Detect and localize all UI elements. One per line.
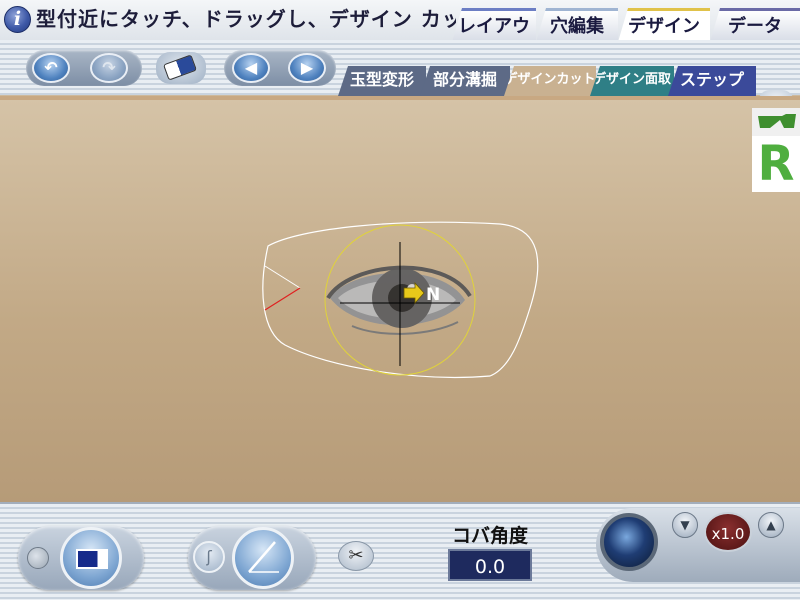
line-tool-icon — [248, 541, 279, 573]
direction-label: N — [426, 285, 440, 305]
next-button[interactable]: ▶ — [288, 53, 326, 83]
zoom-down-icon: ▼ — [680, 518, 690, 532]
bottom-bar: ʃ ✂ コバ角度 0.0 ▼ x1.0 ▲ — [0, 502, 800, 600]
undo-button[interactable]: ↶ — [32, 53, 70, 83]
status-led — [27, 547, 49, 569]
zoom-level: x1.0 — [704, 512, 752, 552]
zoom-lens-icon[interactable] — [600, 513, 658, 571]
next-icon: ▶ — [300, 58, 314, 77]
eye-illustration — [326, 265, 472, 335]
eraser-button[interactable] — [156, 52, 206, 84]
tab-design[interactable]: デザイン — [618, 8, 710, 42]
subtab-step[interactable]: ステップ — [668, 66, 756, 96]
line-mode-button[interactable] — [232, 527, 294, 589]
tab-hole-edit[interactable]: 穴編集 — [536, 8, 618, 42]
undo-icon: ↶ — [44, 58, 58, 77]
info-icon[interactable]: i — [4, 6, 31, 33]
scissors-button[interactable]: ✂ — [338, 541, 374, 571]
edge-angle-value[interactable]: 0.0 — [448, 549, 532, 581]
title-bar: i 型付近にタッチ、ドラッグし、デザイン カットを レイアウト 穴編集 デザイン… — [0, 0, 800, 42]
tab-data[interactable]: データ — [710, 8, 800, 42]
zoom-up-icon: ▲ — [766, 518, 776, 532]
cut-line — [264, 287, 301, 311]
redo-icon: ↷ — [102, 58, 116, 77]
notch-line-upper — [264, 265, 301, 289]
pattern-icon — [76, 549, 108, 569]
prev-button[interactable]: ◀ — [232, 53, 270, 83]
redo-button[interactable]: ↷ — [90, 53, 128, 83]
subtab-design-facet[interactable]: デザイン面取 — [590, 66, 674, 96]
scissors-icon: ✂ — [348, 545, 364, 566]
hint-text: 型付近にタッチ、ドラッグし、デザイン カットを — [36, 7, 456, 31]
lens-canvas[interactable]: N R — [0, 96, 800, 502]
fill-pattern-button[interactable] — [60, 527, 122, 589]
subtab-shape-transform[interactable]: 玉型変形 — [338, 66, 426, 96]
glasses-icon — [752, 108, 800, 136]
curve-mode-button[interactable]: ʃ — [193, 541, 225, 573]
tab-layout[interactable]: レイアウト — [452, 8, 536, 42]
subtab-partial-groove[interactable]: 部分溝掘 — [420, 66, 510, 96]
prev-icon: ◀ — [244, 58, 258, 77]
edge-angle-label: コバ角度 — [451, 525, 528, 547]
zoom-down-button[interactable]: ▼ — [672, 512, 698, 538]
subtab-design-cut[interactable]: デザインカット — [504, 66, 596, 96]
zoom-up-button[interactable]: ▲ — [758, 512, 784, 538]
side-indicator: R — [752, 136, 800, 192]
curve-icon: ʃ — [206, 547, 212, 566]
eraser-icon — [162, 54, 198, 81]
lens-drawing[interactable]: N — [0, 100, 800, 506]
